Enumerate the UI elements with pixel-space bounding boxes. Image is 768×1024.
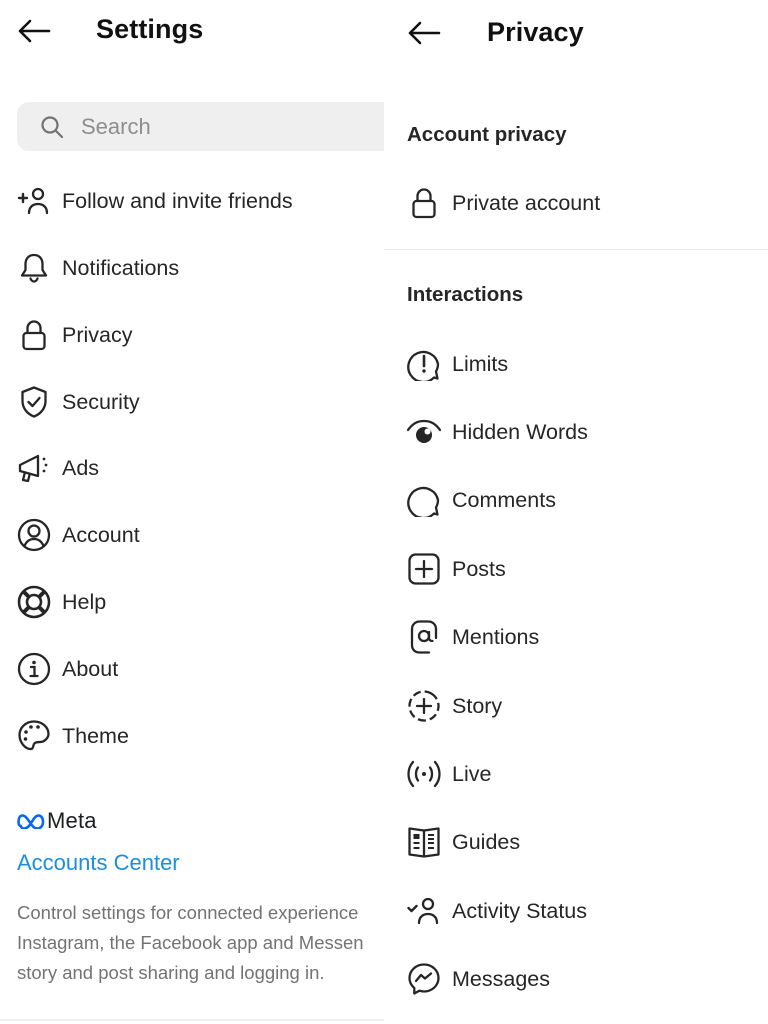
- add-person-icon: [16, 183, 52, 219]
- settings-item-label: Follow and invite friends: [62, 188, 293, 213]
- privacy-item-messages[interactable]: Messages: [384, 954, 768, 1004]
- privacy-item-label: Posts: [452, 556, 506, 581]
- settings-item-label: Help: [62, 589, 107, 614]
- settings-panel: Settings Follow and invite friends Notif…: [0, 0, 384, 1024]
- shield-check-icon: [16, 384, 52, 420]
- hidden-eye-icon: [406, 414, 442, 450]
- account-circle-icon: [16, 517, 52, 553]
- lock-icon: [16, 317, 52, 353]
- section-title-interactions: Interactions: [407, 283, 524, 306]
- settings-item-label: Ads: [62, 455, 100, 480]
- privacy-header: Privacy: [384, 0, 768, 64]
- settings-item-label: Privacy: [62, 322, 133, 347]
- privacy-item-label: Private account: [452, 190, 601, 215]
- privacy-item-label: Messages: [452, 966, 550, 991]
- description-line: Instagram, the Facebook app and Messen: [17, 932, 364, 953]
- at-sign-icon: [406, 619, 442, 655]
- privacy-item-comments[interactable]: Comments: [384, 475, 768, 525]
- privacy-item-label: Story: [452, 693, 503, 718]
- settings-item-label: About: [62, 656, 119, 681]
- arrow-left-icon: [407, 21, 441, 45]
- lock-icon: [406, 185, 442, 221]
- privacy-item-label: Guides: [452, 829, 521, 854]
- privacy-item-label: Activity Status: [452, 898, 588, 923]
- privacy-item-label: Mentions: [452, 624, 540, 649]
- guide-book-icon: [406, 824, 442, 860]
- privacy-back-button[interactable]: [406, 19, 442, 47]
- settings-item-label: Security: [62, 389, 140, 414]
- privacy-panel: Privacy Account privacy Private account …: [384, 0, 768, 1024]
- accounts-center-description: Control settings for connected experienc…: [17, 898, 384, 988]
- plus-square-icon: [406, 551, 442, 587]
- meta-brand: Meta: [17, 808, 97, 834]
- settings-item-help[interactable]: Help: [0, 577, 384, 627]
- settings-title: Settings: [96, 14, 204, 44]
- lifebuoy-icon: [16, 584, 52, 620]
- section-title-account-privacy: Account privacy: [407, 123, 567, 146]
- privacy-item-limits[interactable]: Limits: [384, 339, 768, 389]
- palette-icon: [16, 718, 52, 754]
- privacy-item-posts[interactable]: Posts: [384, 544, 768, 594]
- accounts-center-link[interactable]: Accounts Center: [17, 850, 180, 876]
- bell-icon: [16, 250, 52, 286]
- settings-item-label: Notifications: [62, 255, 180, 280]
- privacy-item-label: Live: [452, 761, 492, 786]
- privacy-item-guides[interactable]: Guides: [384, 817, 768, 867]
- section-divider: [384, 249, 768, 250]
- privacy-item-label: Hidden Words: [452, 419, 588, 444]
- description-line: Control settings for connected experienc…: [17, 902, 359, 923]
- story-add-icon: [406, 688, 442, 724]
- settings-item-label: Account: [62, 522, 140, 547]
- settings-item-notifications[interactable]: Notifications: [0, 243, 384, 293]
- privacy-item-live[interactable]: Live: [384, 749, 768, 799]
- search-icon: [39, 114, 65, 140]
- settings-header: Settings: [0, 0, 384, 64]
- meta-wordmark: Meta: [47, 808, 97, 833]
- settings-back-button[interactable]: [16, 17, 52, 45]
- megaphone-icon: [16, 450, 52, 486]
- info-icon: [16, 651, 52, 687]
- settings-item-follow-invite[interactable]: Follow and invite friends: [0, 176, 384, 226]
- limits-bubble-icon: [406, 346, 442, 382]
- comment-bubble-icon: [406, 482, 442, 518]
- privacy-item-hidden-words[interactable]: Hidden Words: [384, 407, 768, 457]
- privacy-item-label: Limits: [452, 351, 509, 376]
- settings-item-ads[interactable]: Ads: [0, 443, 384, 493]
- meta-logo-icon: [17, 813, 45, 829]
- divider: [0, 1019, 384, 1021]
- settings-item-label: Theme: [62, 723, 129, 748]
- description-line: story and post sharing and logging in.: [17, 962, 325, 983]
- privacy-item-activity-status[interactable]: Activity Status: [384, 886, 768, 936]
- messenger-icon: [406, 961, 442, 997]
- privacy-item-private-account[interactable]: Private account: [384, 178, 768, 228]
- privacy-item-mentions[interactable]: Mentions: [384, 612, 768, 662]
- search-input[interactable]: [81, 113, 341, 140]
- settings-search-bar[interactable]: [17, 102, 384, 151]
- live-broadcast-icon: [406, 756, 442, 792]
- settings-item-privacy[interactable]: Privacy: [0, 310, 384, 360]
- privacy-title: Privacy: [487, 17, 584, 47]
- privacy-item-label: Comments: [452, 487, 556, 512]
- privacy-item-story[interactable]: Story: [384, 681, 768, 731]
- settings-item-account[interactable]: Account: [0, 510, 384, 560]
- arrow-left-icon: [17, 19, 51, 43]
- settings-item-theme[interactable]: Theme: [0, 711, 384, 761]
- settings-item-security[interactable]: Security: [0, 377, 384, 427]
- activity-person-icon: [406, 893, 442, 929]
- settings-item-about[interactable]: About: [0, 644, 384, 694]
